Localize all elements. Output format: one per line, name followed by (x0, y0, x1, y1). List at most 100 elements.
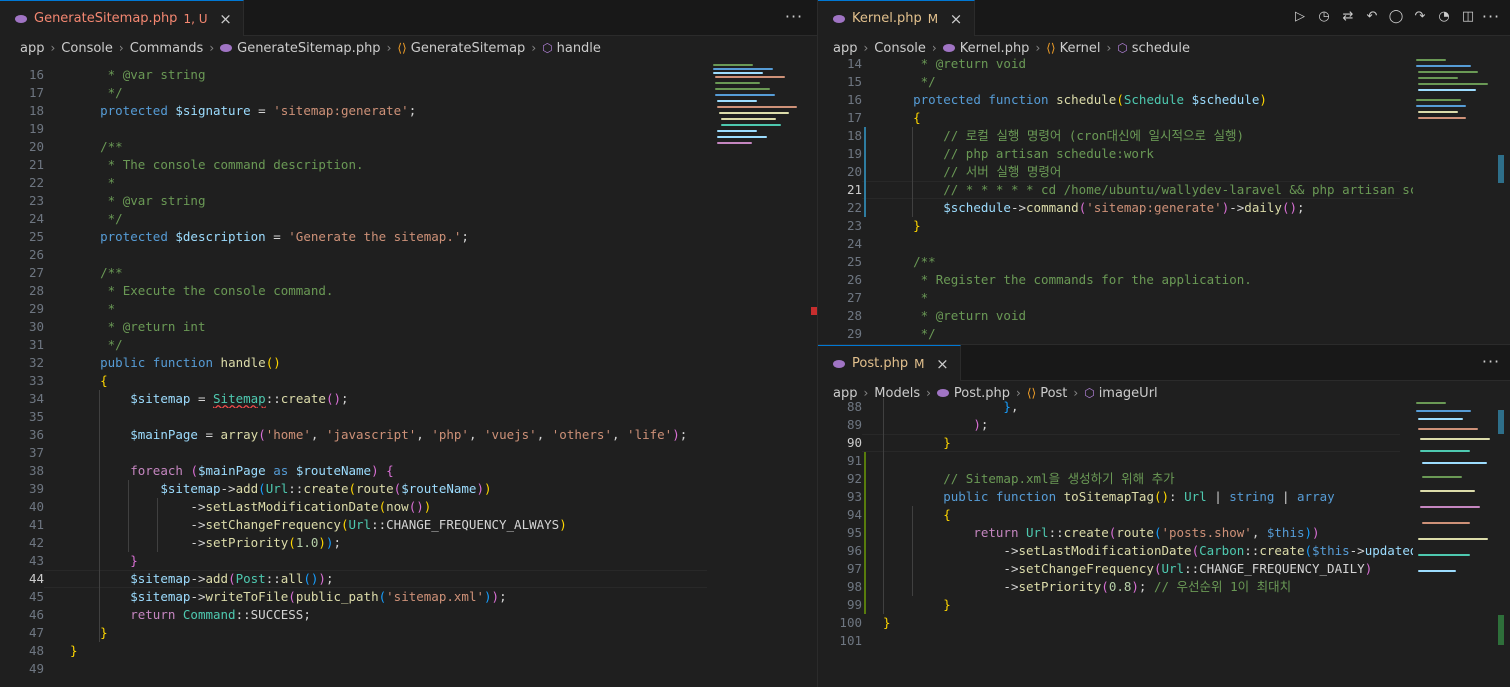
code-line[interactable]: 31 */ (0, 336, 817, 354)
code-line[interactable]: 24 (818, 235, 1510, 253)
code-line[interactable]: 21 * The console command description. (0, 156, 817, 174)
go-forward-icon[interactable]: ↷ (1412, 9, 1428, 25)
code-line[interactable]: 16 protected function schedule(Schedule … (818, 91, 1510, 109)
breadcrumb-item[interactable]: Console (61, 41, 113, 56)
breadcrumb-item[interactable]: Console (874, 41, 926, 56)
code-line[interactable]: 98 ->setPriority(0.8); // 우선순위 1이 최대치 (818, 578, 1510, 596)
code-line[interactable]: 19 // php artisan schedule:work (818, 145, 1510, 163)
breadcrumb-item[interactable]: handle (557, 41, 601, 56)
minimap[interactable] (1414, 55, 1504, 135)
tab-post[interactable]: Post.php M × (818, 345, 962, 381)
code-line[interactable]: 36 $mainPage = array('home', 'javascript… (0, 426, 817, 444)
close-icon[interactable]: × (948, 10, 964, 28)
more-actions-icon[interactable]: ··· (1480, 0, 1502, 36)
close-icon[interactable]: × (934, 355, 950, 373)
code-line[interactable]: 24 */ (0, 210, 817, 228)
code-line[interactable]: 49 (0, 660, 817, 678)
code-line[interactable]: 29 * (0, 300, 817, 318)
code-line[interactable]: 29 */ (818, 325, 1510, 343)
code-line[interactable]: 21 // * * * * * cd /home/ubuntu/wallydev… (818, 181, 1510, 199)
code-line[interactable]: 17 */ (0, 84, 817, 102)
code-line[interactable]: 88 }, (818, 398, 1510, 416)
close-icon[interactable]: × (217, 10, 233, 28)
breadcrumb-item[interactable]: Kernel.php (960, 41, 1030, 56)
go-back-icon[interactable]: ↶ (1364, 9, 1380, 25)
code-line[interactable]: 26 * Register the commands for the appli… (818, 271, 1510, 289)
minimap[interactable] (711, 60, 811, 160)
code-line[interactable]: 35 (0, 408, 817, 426)
code-line[interactable]: 39 $sitemap->add(Url::create(route($rout… (0, 480, 817, 498)
code-line[interactable]: 89 ); (818, 416, 1510, 434)
code-line[interactable]: 94 { (818, 506, 1510, 524)
code-line[interactable]: 48} (0, 642, 817, 660)
code-line[interactable]: 95 return Url::create(route('posts.show'… (818, 524, 1510, 542)
code-line[interactable]: 26 (0, 246, 817, 264)
code-line[interactable]: 40 ->setLastModificationDate(now()) (0, 498, 817, 516)
timeline-icon[interactable]: ◔ (1436, 9, 1452, 25)
code-line[interactable]: 91 (818, 452, 1510, 470)
breadcrumb-item[interactable]: GenerateSitemap.php (237, 41, 380, 56)
more-actions-icon[interactable]: ··· (783, 0, 805, 36)
code-line[interactable]: 101 (818, 632, 1510, 650)
code-line[interactable]: 43 } (0, 552, 817, 570)
change-gutter-marker[interactable] (864, 452, 866, 614)
code-line[interactable]: 44 $sitemap->add(Post::all()); (0, 570, 817, 588)
code-line[interactable]: 46 return Command::SUCCESS; (0, 606, 817, 624)
compare-icon[interactable]: ⇄ (1340, 9, 1356, 25)
code-line[interactable]: 96 ->setLastModificationDate(Carbon::cre… (818, 542, 1510, 560)
code-line[interactable]: 33 { (0, 372, 817, 390)
code-line[interactable]: 93 public function toSitemapTag(): Url |… (818, 488, 1510, 506)
code-line[interactable]: 92 // Sitemap.xml을 생성하기 위해 추가 (818, 470, 1510, 488)
code-line[interactable]: 20 // 서버 실행 명령어 (818, 163, 1510, 181)
history-icon[interactable]: ◷ (1316, 9, 1332, 25)
code-line[interactable]: 45 $sitemap->writeToFile(public_path('si… (0, 588, 817, 606)
code-line[interactable]: 15 */ (818, 73, 1510, 91)
code-line[interactable]: 90 } (818, 434, 1510, 452)
code-line[interactable]: 32 public function handle() (0, 354, 817, 372)
code-line[interactable]: 18 protected $signature = 'sitemap:gener… (0, 102, 817, 120)
breadcrumb-item[interactable]: Kernel (1060, 41, 1101, 56)
breadcrumb-item[interactable]: schedule (1132, 41, 1190, 56)
code-line[interactable]: 16 * @var string (0, 66, 817, 84)
breadcrumb-item[interactable]: GenerateSitemap (411, 41, 526, 56)
breadcrumb-item[interactable]: app (20, 41, 44, 56)
code-line[interactable]: 47 } (0, 624, 817, 642)
run-icon[interactable]: ▷ (1292, 9, 1308, 25)
code-line[interactable]: 18 // 로컬 실행 명령어 (cron대신에 일시적으로 실행) (818, 127, 1510, 145)
code-line[interactable]: 22 $schedule->command('sitemap:generate'… (818, 199, 1510, 217)
code-line[interactable]: 37 (0, 444, 817, 462)
more-actions-icon[interactable]: ··· (1480, 345, 1502, 381)
code-line[interactable]: 99 } (818, 596, 1510, 614)
breadcrumb-item[interactable]: Commands (130, 41, 204, 56)
breadcrumb-item[interactable]: app (833, 41, 857, 56)
code-line[interactable]: 27 /** (0, 264, 817, 282)
split-editor-icon[interactable]: ◫ (1460, 9, 1476, 25)
code-line[interactable]: 25 /** (818, 253, 1510, 271)
code-line[interactable]: 14 * @return void (818, 55, 1510, 73)
code-line[interactable]: 28 * @return void (818, 307, 1510, 325)
code-line[interactable]: 27 * (818, 289, 1510, 307)
code-line[interactable]: 23 * @var string (0, 192, 817, 210)
code-line[interactable]: 25 protected $description = 'Generate th… (0, 228, 817, 246)
tab-kernel[interactable]: Kernel.php M × (818, 0, 976, 36)
code-line[interactable]: 30 * @return int (0, 318, 817, 336)
code-line[interactable]: 20 /** (0, 138, 817, 156)
code-editor[interactable]: 16 * @var string 17 */18 protected $signa… (0, 60, 817, 687)
code-line[interactable]: 38 foreach ($mainPage as $routeName) { (0, 462, 817, 480)
code-line[interactable]: 17 { (818, 109, 1510, 127)
code-line[interactable]: 97 ->setChangeFrequency(Url::CHANGE_FREQ… (818, 560, 1510, 578)
code-editor[interactable]: 14 * @return void 15 */16 protected funct… (818, 55, 1510, 344)
code-line[interactable]: 42 ->setPriority(1.0)); (0, 534, 817, 552)
code-editor[interactable]: 88 }, 89 ); 90 } 91 92 // Sitemap.xml을 생성하기 … (818, 398, 1510, 687)
code-line[interactable]: 34 $sitemap = Sitemap::create(); (0, 390, 817, 408)
circle-dot-icon[interactable]: ◯ (1388, 9, 1404, 25)
code-line[interactable]: 19 (0, 120, 817, 138)
tab-generate-sitemap[interactable]: GenerateSitemap.php 1, U × (0, 0, 245, 36)
change-gutter-marker[interactable] (864, 127, 866, 217)
code-line[interactable]: 100} (818, 614, 1510, 632)
code-line[interactable]: 41 ->setChangeFrequency(Url::CHANGE_FREQ… (0, 516, 817, 534)
code-line[interactable]: 23 } (818, 217, 1510, 235)
code-line[interactable]: 22 * (0, 174, 817, 192)
minimap[interactable] (1414, 398, 1504, 598)
code-line[interactable]: 28 * Execute the console command. (0, 282, 817, 300)
